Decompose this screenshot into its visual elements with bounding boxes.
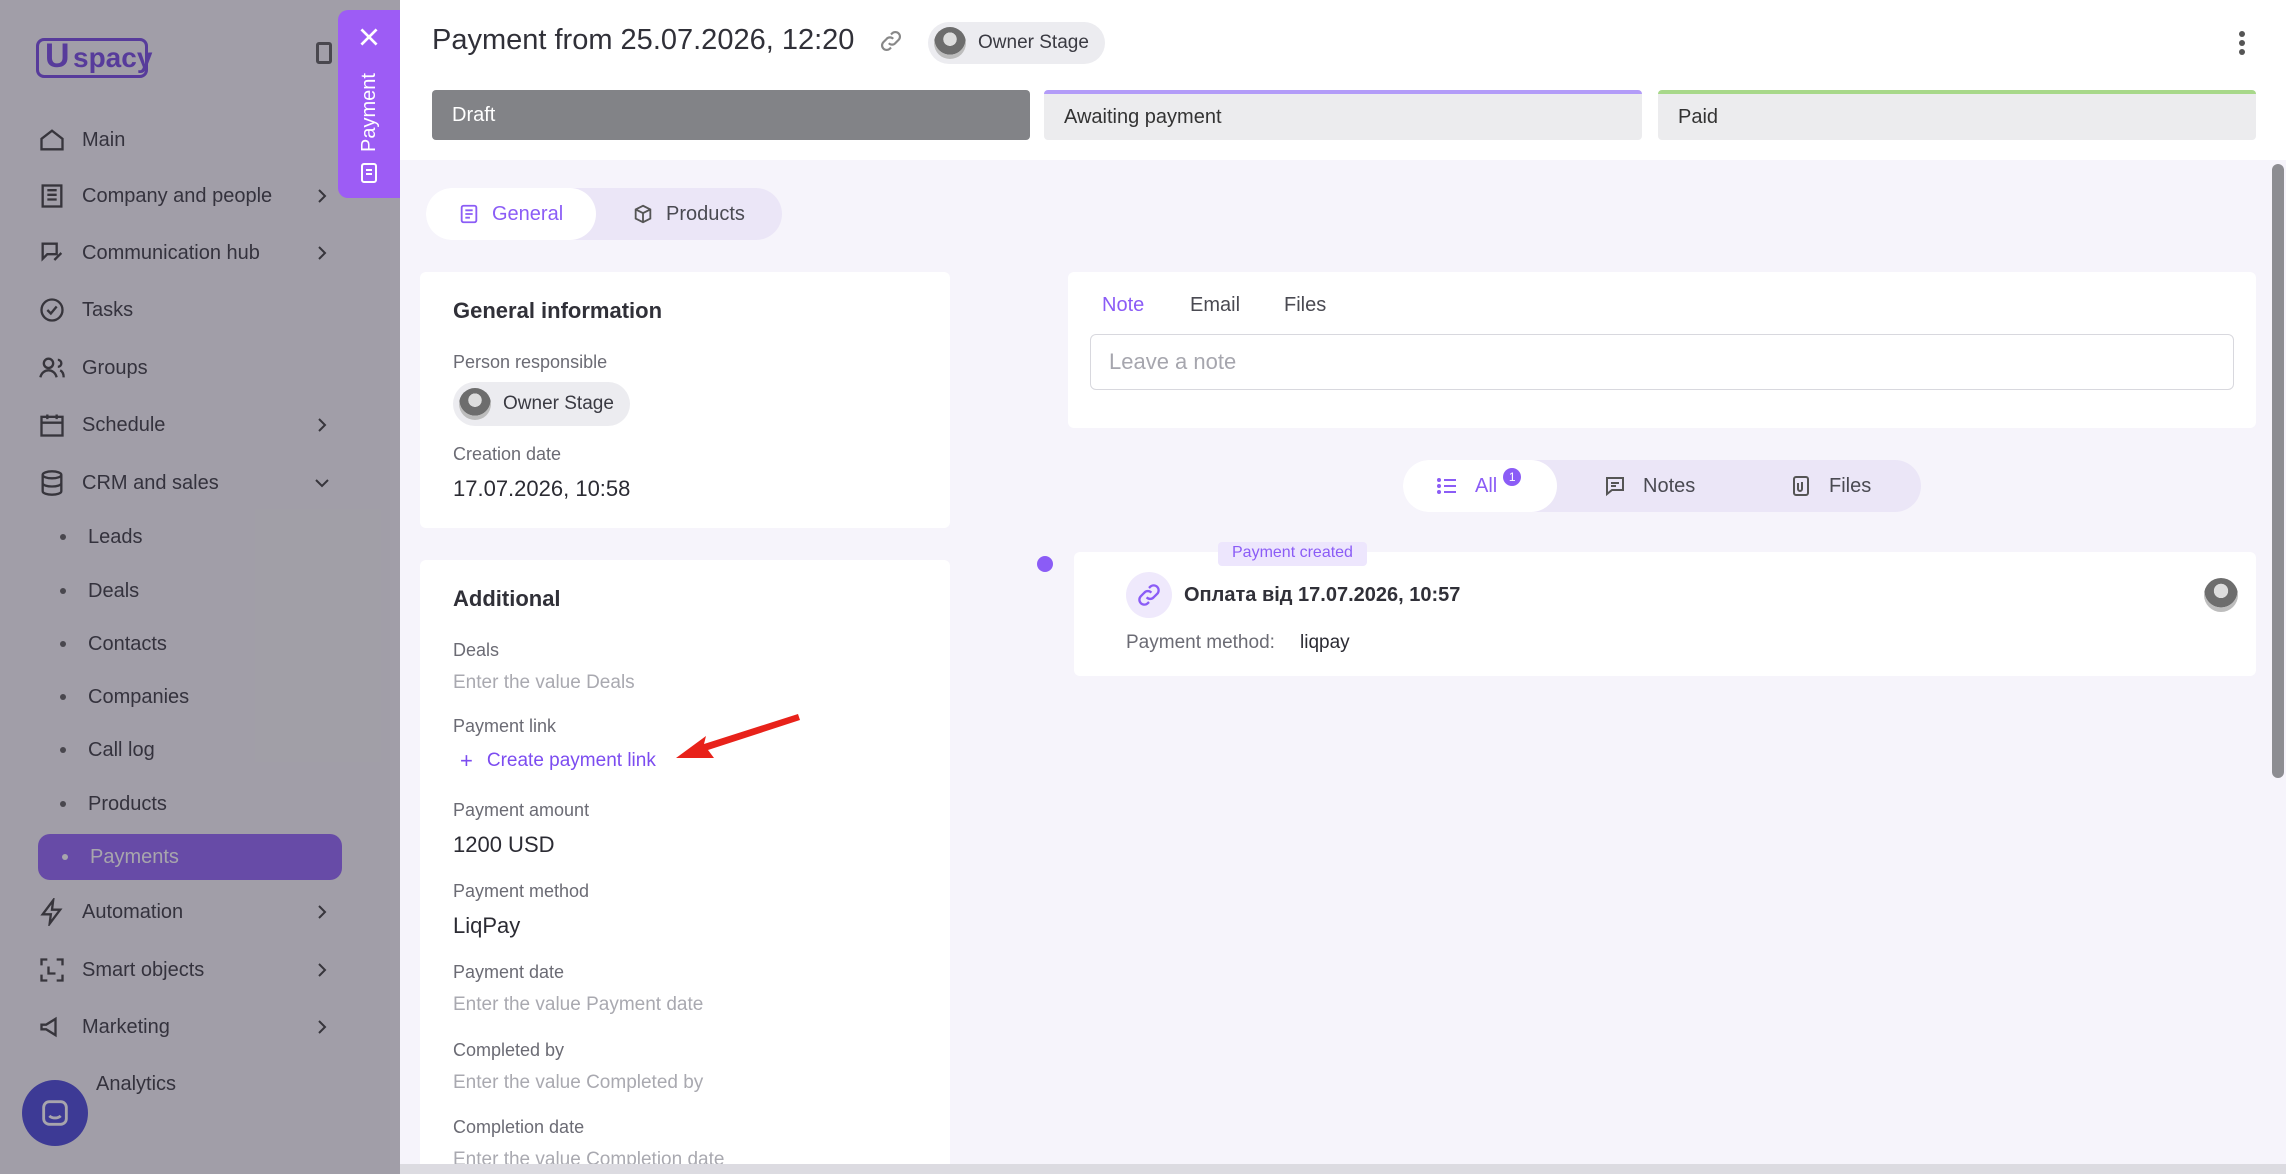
- note-composer: Note Email Files: [1068, 272, 2256, 428]
- comment-icon: [1606, 477, 1624, 497]
- tab-products[interactable]: Products: [632, 188, 745, 240]
- general-information-card: General information Person responsible O…: [420, 272, 950, 528]
- deals-field[interactable]: Enter the value Deals: [453, 672, 635, 694]
- tab-general[interactable]: General: [426, 188, 596, 240]
- person-responsible-label: Person responsible: [453, 352, 608, 372]
- payment-panel: Payment from 25.07.2026, 12:20 Owner Sta…: [400, 0, 2286, 1174]
- card-title: Additional: [453, 586, 561, 611]
- stage-awaiting-payment[interactable]: Awaiting payment: [1044, 90, 1642, 140]
- owner-chip[interactable]: Owner Stage: [928, 22, 1105, 64]
- creation-date-label: Creation date: [453, 444, 562, 464]
- document-icon: [361, 163, 377, 183]
- payment-link-icon: [1126, 572, 1172, 618]
- tab-note[interactable]: Note: [1102, 294, 1144, 317]
- filter-notes[interactable]: Notes: [1603, 460, 1695, 512]
- plus-icon: +: [460, 748, 473, 773]
- payment-date-field[interactable]: Enter the value Payment date: [453, 994, 703, 1016]
- stage-paid[interactable]: Paid: [1658, 90, 2256, 140]
- document-list-icon: [460, 204, 478, 224]
- deals-label: Deals: [453, 640, 500, 660]
- completed-by-field[interactable]: Enter the value Completed by: [453, 1072, 703, 1094]
- section-tabs: General Products: [426, 188, 782, 240]
- card-title: General information: [453, 298, 663, 323]
- file-icon: [1793, 476, 1809, 496]
- event-method-value: liqpay: [1300, 632, 1350, 653]
- event-type-badge: Payment created: [1218, 542, 1367, 566]
- count-badge: 1: [1503, 468, 1522, 486]
- completed-by-label: Completed by: [453, 1040, 565, 1060]
- red-arrow-annotation: [676, 714, 800, 758]
- stage-draft[interactable]: Draft: [432, 90, 1030, 140]
- creation-date-value: 17.07.2026, 10:58: [453, 476, 631, 501]
- timeline-event-card[interactable]: Оплата від 17.07.2026, 10:57 Payment met…: [1074, 552, 2256, 676]
- activity-filter: All 1 Notes Files: [1403, 460, 1921, 512]
- create-payment-link-button[interactable]: + Create payment link: [460, 748, 656, 774]
- payment-link-label: Payment link: [453, 716, 557, 736]
- additional-card: Additional Deals Enter the value Deals P…: [420, 560, 950, 1174]
- side-tab-label: Payment: [358, 73, 380, 152]
- header: Payment from 25.07.2026, 12:20 Owner Sta…: [400, 0, 2286, 160]
- note-input[interactable]: [1090, 334, 2234, 390]
- close-icon[interactable]: [356, 24, 382, 50]
- filter-files[interactable]: Files: [1789, 460, 1871, 512]
- payment-amount-value[interactable]: 1200 USD: [453, 832, 555, 858]
- filter-all[interactable]: All 1: [1403, 460, 1557, 512]
- avatar[interactable]: [2204, 578, 2238, 612]
- bottom-edge: [400, 1164, 2286, 1174]
- tab-files[interactable]: Files: [1284, 294, 1326, 317]
- timeline-dot: [1037, 556, 1053, 572]
- completion-date-label: Completion date: [453, 1117, 585, 1137]
- box-icon: [634, 204, 652, 224]
- event-method-label: Payment method:: [1126, 632, 1275, 653]
- scrollbar[interactable]: [2272, 164, 2284, 778]
- page-title: Payment from 25.07.2026, 12:20: [432, 24, 855, 56]
- payment-date-label: Payment date: [453, 962, 565, 982]
- avatar: [934, 27, 966, 59]
- list-icon: [1437, 478, 1456, 494]
- link-icon[interactable]: [878, 28, 904, 54]
- person-responsible-chip[interactable]: Owner Stage: [453, 382, 630, 426]
- tab-email[interactable]: Email: [1190, 294, 1240, 317]
- payment-method-value[interactable]: LiqPay: [453, 913, 520, 939]
- avatar: [459, 388, 491, 420]
- event-title: Оплата від 17.07.2026, 10:57: [1184, 584, 1461, 606]
- payment-method-label: Payment method: [453, 881, 590, 901]
- payment-amount-label: Payment amount: [453, 800, 590, 820]
- more-options-icon[interactable]: [2238, 30, 2246, 56]
- payment-side-tab[interactable]: Payment: [338, 10, 400, 198]
